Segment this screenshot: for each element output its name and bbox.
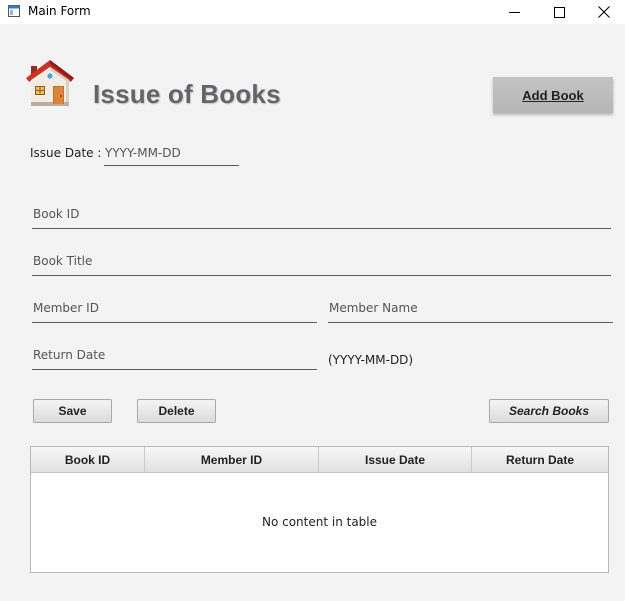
house-icon — [26, 60, 74, 106]
delete-button[interactable]: Delete — [137, 399, 216, 423]
issue-date-field[interactable] — [104, 144, 239, 166]
add-book-button[interactable]: Add Book — [493, 77, 613, 113]
issued-books-table[interactable]: Book ID Member ID Issue Date Return Date… — [30, 446, 609, 573]
minimize-icon — [508, 11, 520, 13]
close-icon — [598, 6, 610, 18]
table-empty-message: No content in table — [261, 515, 378, 529]
maximize-icon — [553, 6, 565, 18]
column-header-book-id[interactable]: Book ID — [31, 447, 145, 472]
close-button[interactable] — [581, 0, 625, 24]
page-title: Issue of Books — [93, 79, 281, 109]
member-id-field[interactable] — [32, 298, 317, 323]
title-bar: Main Form — [0, 0, 625, 24]
issue-date-label: Issue Date : — [30, 146, 102, 160]
window-title: Main Form — [28, 4, 91, 18]
column-header-issue-date[interactable]: Issue Date — [319, 447, 472, 472]
book-id-field[interactable] — [32, 204, 611, 229]
book-title-field[interactable] — [32, 251, 611, 276]
save-button[interactable]: Save — [33, 399, 112, 423]
column-header-member-id[interactable]: Member ID — [145, 447, 319, 472]
return-date-format-hint: (YYYY-MM-DD) — [328, 353, 414, 367]
column-header-return-date[interactable]: Return Date — [472, 447, 608, 472]
return-date-field[interactable] — [32, 345, 317, 370]
app-window-icon — [8, 5, 20, 17]
table-header: Book ID Member ID Issue Date Return Date — [31, 447, 608, 473]
search-books-button[interactable]: Search Books — [489, 399, 609, 423]
member-name-field[interactable] — [328, 298, 613, 323]
maximize-button[interactable] — [536, 0, 582, 24]
minimize-button[interactable] — [491, 0, 537, 24]
